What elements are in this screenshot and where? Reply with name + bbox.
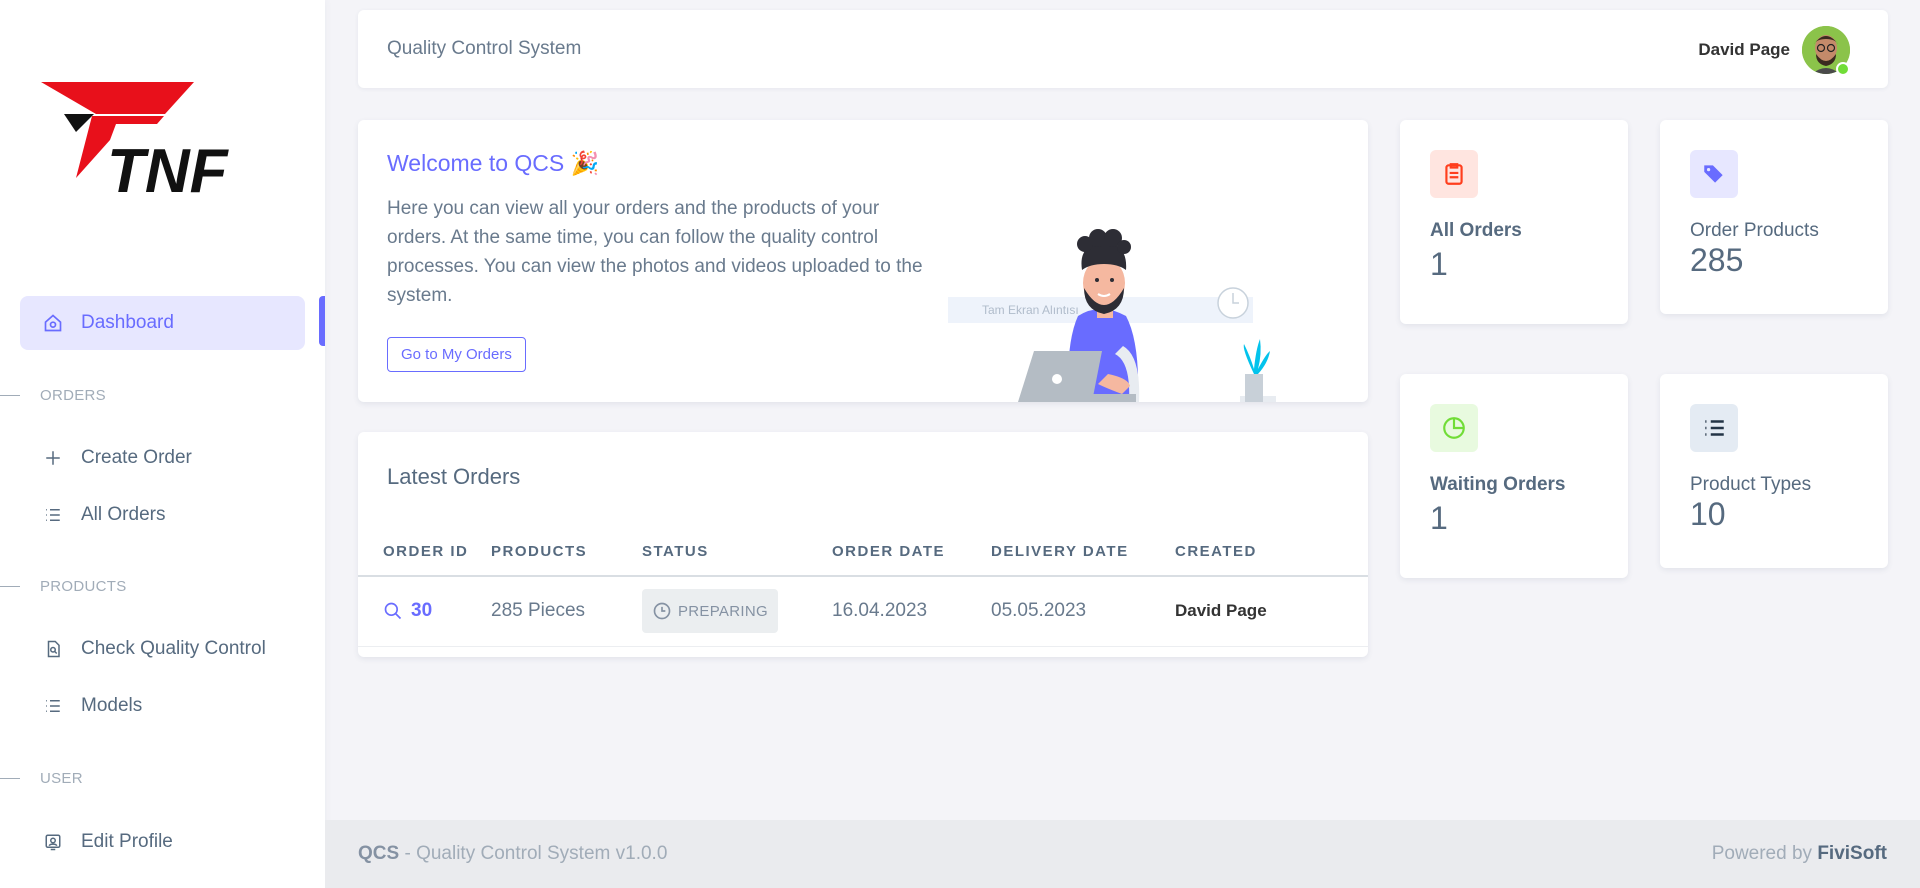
sidebar: TNF Dashboard ORDERS Create Order All Or… bbox=[0, 0, 325, 888]
latest-orders-card: Latest Orders ORDER ID PRODUCTS STATUS O… bbox=[358, 432, 1368, 657]
home-icon bbox=[42, 312, 64, 334]
order-id-link[interactable]: 30 bbox=[383, 600, 491, 622]
sidebar-item-label: Check Quality Control bbox=[81, 638, 266, 659]
col-order-id: ORDER ID bbox=[358, 528, 491, 577]
stat-card-waiting-orders[interactable]: Waiting Orders 1 bbox=[1400, 374, 1628, 578]
nav-header-user: USER bbox=[0, 763, 300, 793]
tnf-logo[interactable]: TNF bbox=[40, 80, 270, 206]
created-cell: David Page bbox=[1175, 576, 1368, 647]
user-name[interactable]: David Page bbox=[1698, 40, 1790, 60]
order-date-cell: 16.04.2023 bbox=[832, 576, 991, 647]
col-created: CREATED bbox=[1175, 528, 1368, 577]
sidebar-item-models[interactable]: Models bbox=[20, 679, 305, 733]
sidebar-item-create-order[interactable]: Create Order bbox=[20, 431, 305, 485]
sidebar-item-label: Dashboard bbox=[81, 312, 174, 333]
products-cell: 285 Pieces bbox=[491, 576, 642, 647]
plus-icon bbox=[42, 447, 64, 469]
tags-icon bbox=[1690, 150, 1738, 198]
orders-table: ORDER ID PRODUCTS STATUS ORDER DATE DELI… bbox=[358, 528, 1368, 647]
col-products: PRODUCTS bbox=[491, 528, 642, 577]
col-delivery-date: DELIVERY DATE bbox=[991, 528, 1175, 577]
stat-value: 1 bbox=[1430, 500, 1448, 536]
stat-label: Order Products bbox=[1690, 220, 1819, 241]
status-badge: PREPARING bbox=[642, 589, 778, 634]
footer-version: QCS - Quality Control System v1.0.0 bbox=[358, 843, 668, 864]
stat-label: Product Types bbox=[1690, 474, 1812, 495]
list-icon bbox=[42, 504, 64, 526]
welcome-title: Welcome to QCS 🎉 bbox=[387, 150, 600, 176]
sidebar-item-check-quality[interactable]: Check Quality Control bbox=[20, 622, 305, 676]
stat-value: 10 bbox=[1690, 496, 1726, 532]
sidebar-item-label: Create Order bbox=[81, 447, 192, 468]
table-row: 30 285 Pieces PREPARING 16.04.2023 05.05… bbox=[358, 576, 1368, 647]
online-status-dot bbox=[1836, 62, 1850, 76]
stat-label: All Orders bbox=[1430, 220, 1522, 241]
clock-icon bbox=[652, 601, 672, 621]
stat-card-product-types[interactable]: Product Types 10 bbox=[1660, 374, 1888, 568]
latest-orders-title: Latest Orders bbox=[387, 464, 521, 489]
stat-card-all-orders[interactable]: All Orders 1 bbox=[1400, 120, 1628, 324]
sidebar-item-label: Models bbox=[81, 695, 143, 716]
user-badge-icon bbox=[42, 831, 64, 853]
person-laptop-illustration: Tam Ekran Alıntısı bbox=[948, 216, 1278, 402]
footer-powered-by: Powered by FiviSoft bbox=[1711, 843, 1887, 864]
welcome-card: Welcome to QCS 🎉 Here you can view all y… bbox=[358, 120, 1368, 402]
sidebar-item-edit-profile[interactable]: Edit Profile bbox=[20, 815, 305, 869]
sidebar-item-all-orders[interactable]: All Orders bbox=[20, 488, 305, 542]
stat-label: Waiting Orders bbox=[1430, 474, 1566, 495]
col-order-date: ORDER DATE bbox=[832, 528, 991, 577]
order-id-value: 30 bbox=[411, 600, 433, 622]
clipboard-icon bbox=[1430, 150, 1478, 198]
active-indicator bbox=[319, 296, 325, 346]
sidebar-item-label: Edit Profile bbox=[81, 831, 173, 852]
go-to-orders-button[interactable]: Go to My Orders bbox=[387, 337, 526, 372]
list-icon bbox=[42, 695, 64, 717]
sidebar-item-label: All Orders bbox=[81, 504, 166, 525]
top-navbar: Quality Control System David Page bbox=[358, 10, 1888, 88]
company-link[interactable]: FiviSoft bbox=[1817, 843, 1887, 864]
svg-text:Tam Ekran Alıntısı: Tam Ekran Alıntısı bbox=[982, 303, 1079, 317]
sidebar-item-dashboard[interactable]: Dashboard bbox=[20, 296, 305, 350]
delivery-date-cell: 05.05.2023 bbox=[991, 576, 1175, 647]
list-icon bbox=[1690, 404, 1738, 452]
search-icon bbox=[383, 601, 403, 621]
nav-header-products: PRODUCTS bbox=[0, 571, 300, 601]
stat-card-order-products[interactable]: Order Products 285 bbox=[1660, 120, 1888, 314]
app-title: Quality Control System bbox=[387, 38, 582, 59]
welcome-text: Here you can view all your orders and th… bbox=[387, 198, 923, 306]
nav-header-orders: ORDERS bbox=[0, 380, 300, 410]
stat-value: 1 bbox=[1430, 246, 1448, 282]
pie-chart-icon bbox=[1430, 404, 1478, 452]
col-status: STATUS bbox=[642, 528, 832, 577]
file-search-icon bbox=[42, 638, 64, 660]
svg-text:TNF: TNF bbox=[107, 137, 230, 200]
footer: QCS - Quality Control System v1.0.0 Powe… bbox=[325, 820, 1920, 888]
stat-value: 285 bbox=[1690, 242, 1744, 278]
status-text: PREPARING bbox=[678, 602, 768, 620]
table-header-row: ORDER ID PRODUCTS STATUS ORDER DATE DELI… bbox=[358, 528, 1368, 577]
